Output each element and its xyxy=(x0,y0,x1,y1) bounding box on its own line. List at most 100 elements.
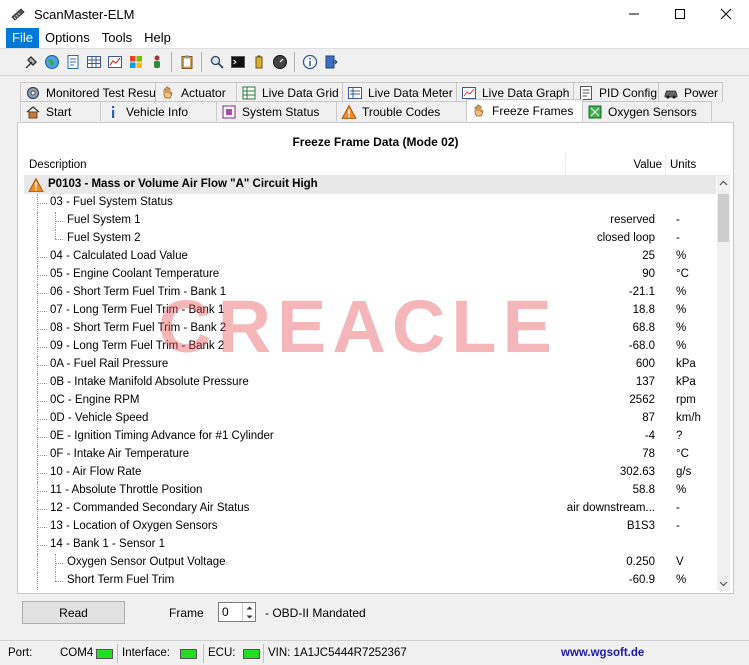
read-button[interactable]: Read xyxy=(22,601,125,624)
toolbar-search-button[interactable] xyxy=(206,51,227,73)
table-row[interactable]: 0F - Intake Air Temperature 78 °C xyxy=(24,446,716,464)
tree-line xyxy=(37,257,47,258)
toolbar-separator xyxy=(201,52,202,72)
scroll-thumb[interactable] xyxy=(718,194,729,242)
tab-monitored-test-results[interactable]: Monitored Test Results xyxy=(20,82,168,102)
window-title: ScanMaster-ELM xyxy=(34,6,135,22)
table-row[interactable]: 0B - Intake Manifold Absolute Pressure 13… xyxy=(24,374,716,392)
row-description: 09 - Long Term Fuel Trim - Bank 2 xyxy=(50,340,225,352)
tree-line xyxy=(55,230,56,239)
tab-freeze-frames[interactable]: Freeze Frames xyxy=(466,99,583,121)
row-units: - xyxy=(676,520,680,532)
tab-start[interactable]: Start xyxy=(20,101,101,121)
toolbar-clipboard-button[interactable] xyxy=(176,51,197,73)
tab-trouble-codes[interactable]: Trouble Codes xyxy=(336,101,467,121)
scroll-up-button[interactable] xyxy=(717,176,730,190)
toolbar-report-button[interactable] xyxy=(62,51,83,73)
table-row[interactable]: 12 - Commanded Secondary Air Status air d… xyxy=(24,500,716,518)
toolbar-terminal-button[interactable] xyxy=(227,51,248,73)
scanner-icon xyxy=(11,8,25,21)
menu-options[interactable]: Options xyxy=(39,28,96,48)
tab-label: Trouble Codes xyxy=(362,104,441,119)
website-link[interactable]: www.wgsoft.de xyxy=(561,644,644,663)
toolbar-gauge-button[interactable] xyxy=(269,51,290,73)
frame-spinner-value[interactable]: 0 xyxy=(222,605,229,619)
table-row[interactable]: 06 - Short Term Fuel Trim - Bank 1 -21.1% xyxy=(24,284,716,302)
freeze-frame-grid[interactable]: Description Value Units P0103 - Mass or … xyxy=(24,154,730,591)
table-row[interactable]: 0C - Engine RPM 2562 rpm xyxy=(24,392,716,410)
row-value: closed loop xyxy=(596,232,655,244)
home-icon xyxy=(26,105,40,118)
toolbar-grid-button[interactable] xyxy=(83,51,104,73)
table-row[interactable]: Fuel System 2 closed loop - xyxy=(24,230,716,248)
toolbar-globe-button[interactable] xyxy=(41,51,62,73)
row-value: 18.8 xyxy=(632,304,655,316)
column-header-value[interactable]: Value xyxy=(565,159,662,171)
table-row[interactable]: 08 - Short Term Fuel Trim - Bank 2 68.8% xyxy=(24,320,716,338)
row-description: 07 - Long Term Fuel Trim - Bank 1 xyxy=(50,304,225,316)
tab-label: Power xyxy=(684,85,719,100)
menu-help[interactable]: Help xyxy=(138,28,177,48)
table-row[interactable]: 0A - Fuel Rail Pressure 600 kPa xyxy=(24,356,716,374)
spinner-up-button[interactable] xyxy=(243,603,255,612)
tab-power[interactable]: Power xyxy=(658,82,723,102)
table-row[interactable]: 09 - Long Term Fuel Trim - Bank 2 -68.0% xyxy=(24,338,716,356)
table-row[interactable]: 07 - Long Term Fuel Trim - Bank 1 18.8% xyxy=(24,302,716,320)
row-units: % xyxy=(676,322,687,334)
frame-spinner[interactable]: 0 xyxy=(218,602,256,622)
toolbar-windows-button[interactable] xyxy=(125,51,146,73)
info-icon xyxy=(302,54,317,70)
table-row[interactable]: Short Term Fuel Trim -60.9% xyxy=(24,572,716,590)
panel-title: Freeze Frame Data (Mode 02) xyxy=(292,135,459,149)
tree-line xyxy=(37,455,47,456)
table-row[interactable]: Fuel System 1 reserved - xyxy=(24,212,716,230)
close-button[interactable] xyxy=(703,0,749,28)
row-description: 0C - Engine RPM xyxy=(50,394,140,406)
toolbar-info-button[interactable] xyxy=(299,51,320,73)
toolbar-battery-button[interactable] xyxy=(248,51,269,73)
table-row[interactable]: 05 - Engine Coolant Temperature 90 °C xyxy=(24,266,716,284)
column-header-description[interactable]: Description xyxy=(29,159,87,171)
toolbar-exit-button[interactable] xyxy=(320,51,341,73)
table-row[interactable]: 04 - Calculated Load Value 25% xyxy=(24,248,716,266)
row-value: -4 xyxy=(644,430,655,442)
menu-tools[interactable]: Tools xyxy=(96,28,138,48)
table-row[interactable]: Oxygen Sensor Output Voltage 0.250 V xyxy=(24,554,716,572)
menu-file[interactable]: File xyxy=(6,28,39,48)
row-description: 0B - Intake Manifold Absolute Pressure xyxy=(50,376,249,388)
toolbar-separator xyxy=(171,52,172,72)
row-description: 11 - Absolute Throttle Position xyxy=(50,484,203,496)
tab-live-data-meter[interactable]: Live Data Meter xyxy=(342,82,457,102)
column-header-units[interactable]: Units xyxy=(670,159,696,171)
dtc-group-row[interactable]: P0103 - Mass or Volume Air Flow "A" Circ… xyxy=(24,176,716,194)
row-units: g/s xyxy=(676,466,692,478)
table-row[interactable]: 10 - Air Flow Rate 302.63 g/s xyxy=(24,464,716,482)
table-row[interactable]: 0D - Vehicle Speed 87 km/h xyxy=(24,410,716,428)
tab-label: Live Data Meter xyxy=(368,85,453,100)
minimize-button[interactable] xyxy=(611,0,657,28)
tab-live-data-grid[interactable]: Live Data Grid xyxy=(236,82,343,102)
tab-system-status[interactable]: System Status xyxy=(216,101,337,121)
table-row[interactable]: 13 - Location of Oxygen Sensors B1S3 - xyxy=(24,518,716,536)
vertical-scrollbar[interactable] xyxy=(717,176,730,591)
maximize-button[interactable] xyxy=(657,0,703,28)
tab-oxygen-sensors[interactable]: Oxygen Sensors xyxy=(582,101,712,121)
toolbar-person-button[interactable] xyxy=(146,51,167,73)
table-row[interactable]: 11 - Absolute Throttle Position 58.8% xyxy=(24,482,716,500)
spinner-down-button[interactable] xyxy=(243,612,255,621)
table-row[interactable]: 0E - Ignition Timing Advance for #1 Cyli… xyxy=(24,428,716,446)
table-row[interactable]: 03 - Fuel System Status xyxy=(24,194,716,212)
tab-vehicle-info[interactable]: Vehicle Info xyxy=(100,101,217,121)
toolbar-connect-button[interactable] xyxy=(20,51,41,73)
row-value: 90 xyxy=(642,268,655,280)
tab-actuator[interactable]: Actuator xyxy=(155,82,237,102)
tree-line xyxy=(37,311,47,312)
tab-pid-config[interactable]: PID Config xyxy=(573,82,659,102)
tree-line xyxy=(37,419,47,420)
tab-row-bottom: Start Vehicle Info System Status Trouble… xyxy=(20,99,712,121)
tab-label: Monitored Test Results xyxy=(46,85,168,100)
row-value: 68.8 xyxy=(632,322,655,334)
scroll-down-button[interactable] xyxy=(717,577,730,591)
table-row[interactable]: 14 - Bank 1 - Sensor 1 xyxy=(24,536,716,554)
toolbar-chart-button[interactable] xyxy=(104,51,125,73)
